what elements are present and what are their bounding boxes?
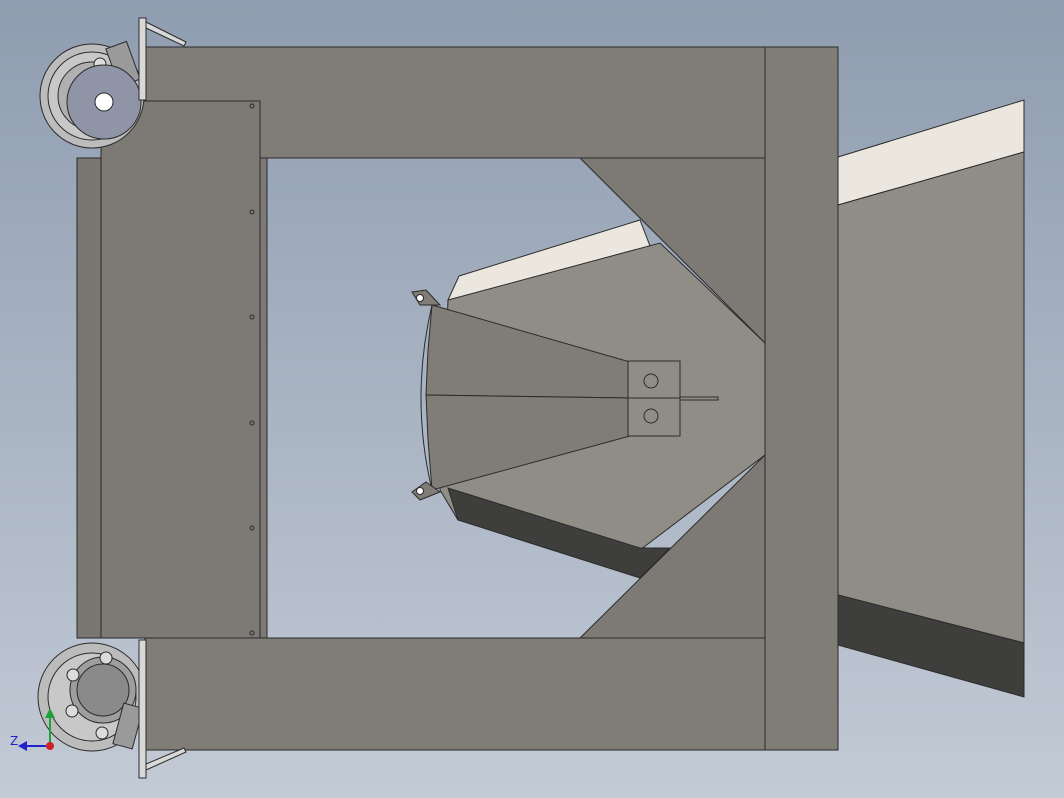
gate-lower-pin xyxy=(416,487,424,495)
side-cover-strip xyxy=(76,157,102,639)
frame-right-post xyxy=(764,46,839,751)
triad-x-axis xyxy=(46,742,54,750)
side-cover-flange xyxy=(259,157,268,639)
side-cover xyxy=(76,100,268,639)
frame-bottom-beam xyxy=(144,637,766,751)
triad-z-label: Z xyxy=(10,734,19,748)
model-canvas[interactable] xyxy=(0,0,1064,798)
top-bracket xyxy=(138,17,147,101)
side-cover-panel xyxy=(100,100,261,639)
graphics-viewport[interactable]: Z xyxy=(0,0,1064,798)
chute-side-face xyxy=(837,151,1025,644)
gate-hub-bolt-upper xyxy=(643,373,659,389)
gate-shaft xyxy=(679,396,719,401)
gate-upper-pin xyxy=(416,294,424,302)
bottom-bracket xyxy=(138,639,147,779)
gate-hub-bolt-lower xyxy=(643,408,659,424)
discharge-chute xyxy=(837,99,1025,698)
